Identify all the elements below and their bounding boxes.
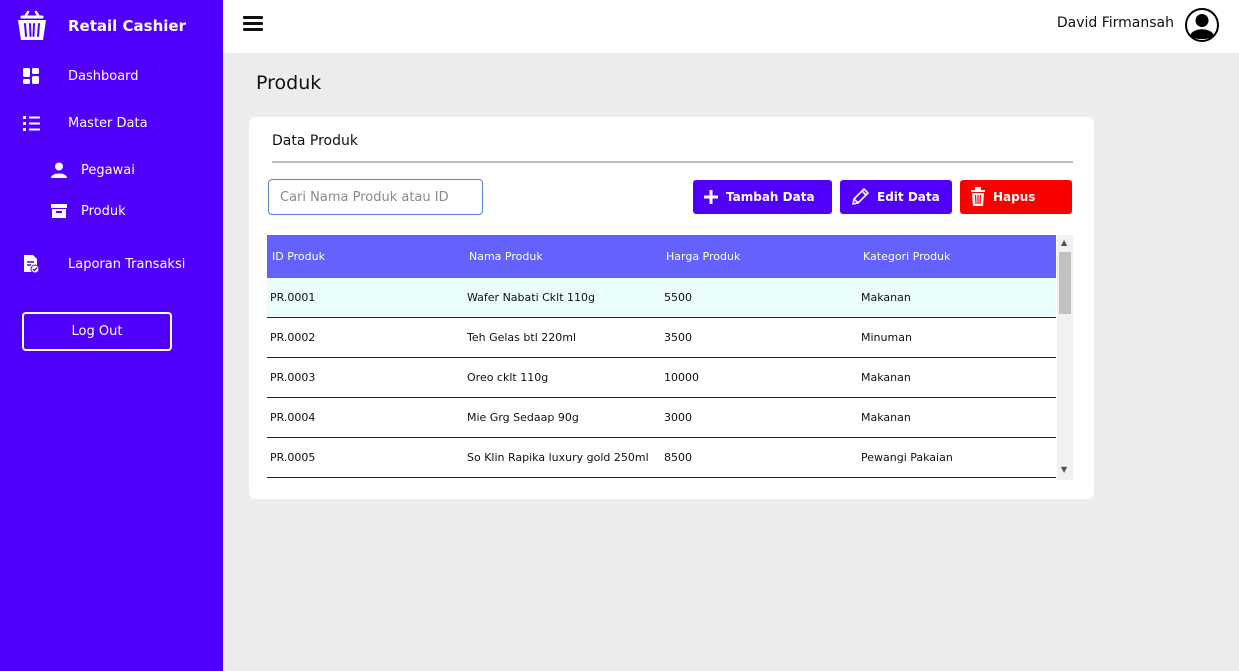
dashboard-icon [22,67,40,85]
table-row[interactable]: PR.0002 Teh Gelas btl 220ml 3500 Minuman [267,318,1056,358]
app-title: Retail Cashier [68,17,186,35]
cell-harga: 3500 [664,331,692,344]
table-row[interactable]: PR.0001 Wafer Nabati Cklt 110g 5500 Maka… [267,278,1056,318]
person-icon [50,161,68,179]
cell-kategori: Makanan [861,371,911,384]
table-row[interactable]: PR.0004 Mie Grg Sedaap 90g 3000 Makanan [267,398,1056,438]
page-title: Produk [256,72,322,94]
sidebar-item-produk[interactable]: Produk [0,194,223,228]
sidebar-item-label: Produk [81,203,126,219]
cell-nama: Wafer Nabati Cklt 110g [467,291,596,304]
menu-icon[interactable] [243,16,263,34]
topbar: David Firmansah [223,0,1239,53]
product-table: ID Produk Nama Produk Harga Produk Kateg… [267,235,1073,480]
cell-id: PR.0004 [270,411,316,424]
edit-data-label: Edit Data [877,190,940,204]
sidebar-item-label: Dashboard [68,68,139,84]
scroll-down-icon[interactable]: ▼ [1061,465,1067,474]
card-title: Data Produk [272,133,358,149]
cell-id: PR.0002 [270,331,316,344]
cell-kategori: Makanan [861,291,911,304]
search-input[interactable] [268,179,483,215]
sidebar-item-dashboard[interactable]: Dashboard [0,59,223,93]
cell-nama: So Klin Rapika luxury gold 250ml [467,451,649,464]
divider [272,161,1073,163]
basket-icon [18,10,46,40]
table-row[interactable]: PR.0005 So Klin Rapika luxury gold 250ml… [267,438,1056,478]
cell-kategori: Minuman [861,331,912,344]
sidebar-item-laporan-transaksi[interactable]: Laporan Transaksi [0,247,223,281]
cell-id: PR.0003 [270,371,316,384]
cell-harga: 8500 [664,451,692,464]
delete-button[interactable]: Hapus [960,180,1072,214]
cell-harga: 5500 [664,291,692,304]
avatar[interactable] [1185,8,1219,42]
cell-nama: Teh Gelas btl 220ml [467,331,577,344]
box-icon [50,202,68,220]
column-header-nama: Nama Produk [469,250,543,263]
column-header-id: ID Produk [272,250,325,263]
table-header: ID Produk Nama Produk Harga Produk Kateg… [267,235,1056,278]
table-row[interactable]: PR.0003 Oreo cklt 110g 10000 Makanan [267,358,1056,398]
sidebar-item-label: Master Data [68,115,148,131]
brand: Retail Cashier [16,10,186,42]
scroll-up-icon[interactable]: ▲ [1061,238,1067,247]
trash-icon [971,187,985,206]
sidebar: Retail Cashier Dashboard Master Data Peg… [0,0,223,671]
list-icon [22,114,40,132]
sidebar-item-label: Laporan Transaksi [68,256,186,272]
cell-nama: Oreo cklt 110g [467,371,549,384]
scroll-thumb[interactable] [1059,252,1071,314]
sidebar-item-pegawai[interactable]: Pegawai [0,153,223,187]
sidebar-item-label: Pegawai [81,162,135,178]
plus-icon [704,190,718,204]
cell-kategori: Pewangi Pakaian [861,451,953,464]
table-scrollbar[interactable]: ▲ ▼ [1057,235,1073,480]
column-header-kategori: Kategori Produk [863,250,951,263]
cell-harga: 10000 [664,371,699,384]
data-card: Data Produk Tambah Data Edit Data Hapus … [249,117,1094,499]
column-header-harga: Harga Produk [666,250,741,263]
cell-kategori: Makanan [861,411,911,424]
logout-button[interactable]: Log Out [22,312,172,351]
report-icon [22,255,40,273]
sidebar-item-master-data[interactable]: Master Data [0,106,223,140]
pencil-icon [852,188,869,205]
add-data-button[interactable]: Tambah Data [693,180,832,214]
add-data-label: Tambah Data [726,190,815,204]
user-name: David Firmansah [1056,15,1174,31]
cell-nama: Mie Grg Sedaap 90g [467,411,579,424]
cell-harga: 3000 [664,411,692,424]
edit-data-button[interactable]: Edit Data [840,180,952,214]
delete-label: Hapus [993,190,1036,204]
cell-id: PR.0001 [270,291,316,304]
cell-id: PR.0005 [270,451,316,464]
